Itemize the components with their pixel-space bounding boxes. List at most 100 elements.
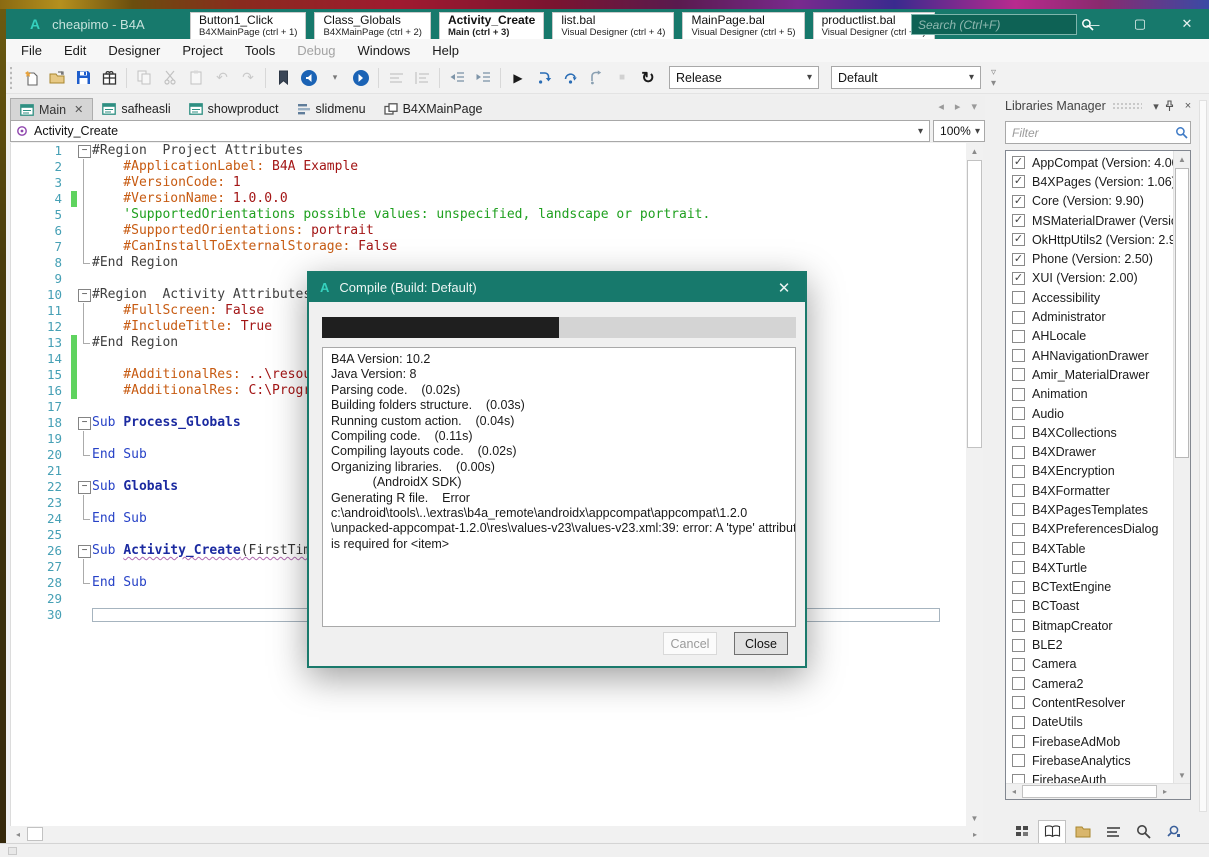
open-project-icon[interactable] — [44, 66, 70, 90]
library-checkbox[interactable] — [1012, 735, 1025, 748]
scrollbar-thumb[interactable] — [27, 827, 43, 841]
procedure-select[interactable]: Activity_Create ▾ — [10, 120, 930, 142]
library-checkbox[interactable] — [1012, 581, 1025, 594]
bookmark-tab-1[interactable]: Button1_ClickB4XMainPage (ctrl + 1) — [190, 12, 306, 42]
tab-scroll-arrows[interactable]: ◂ ▸ ▾ — [938, 100, 981, 113]
library-item[interactable]: Camera — [1006, 655, 1173, 674]
menu-item-edit[interactable]: Edit — [53, 41, 97, 60]
scroll-down-icon[interactable]: ▼ — [966, 810, 983, 826]
build-mode-select[interactable]: Default ▾ — [831, 66, 981, 89]
library-item[interactable]: Amir_MaterialDrawer — [1006, 365, 1173, 384]
module-tab-main[interactable]: Main✕ — [10, 98, 93, 120]
library-checkbox[interactable] — [1012, 368, 1025, 381]
library-item[interactable]: ✓OkHttpUtils2 (Version: 2.92) — [1006, 230, 1173, 249]
bookmark-tab-4[interactable]: list.balVisual Designer (ctrl + 4) — [552, 12, 674, 42]
library-item[interactable]: ContentResolver — [1006, 693, 1173, 712]
library-item[interactable]: ✓MSMaterialDrawer (Version: 0 — [1006, 211, 1173, 230]
library-item[interactable]: ✓B4XPages (Version: 1.06) — [1006, 172, 1173, 191]
library-checkbox[interactable] — [1012, 446, 1025, 459]
library-checkbox[interactable] — [1012, 754, 1025, 767]
package-project-icon[interactable] — [96, 66, 122, 90]
library-checkbox[interactable] — [1012, 349, 1025, 362]
step-into-icon[interactable] — [531, 66, 557, 90]
scroll-left-icon[interactable]: ◂ — [1006, 784, 1022, 799]
library-item[interactable]: B4XTable — [1006, 539, 1173, 558]
library-item[interactable]: B4XEncryption — [1006, 462, 1173, 481]
library-item[interactable]: Accessibility — [1006, 288, 1173, 307]
library-checkbox[interactable] — [1012, 465, 1025, 478]
code-line[interactable]: 7 #CanInstallToExternalStorage: False — [11, 239, 966, 255]
library-item[interactable]: Administrator — [1006, 307, 1173, 326]
save-icon[interactable] — [70, 66, 96, 90]
dialog-close-icon[interactable]: ✕ — [763, 273, 805, 302]
library-checkbox[interactable] — [1012, 311, 1025, 324]
library-item[interactable]: AHLocale — [1006, 327, 1173, 346]
code-line[interactable]: 1#Region Project Attributes — [11, 143, 966, 159]
scrollbar-thumb[interactable] — [1175, 168, 1189, 458]
menu-item-windows[interactable]: Windows — [347, 41, 422, 60]
tab-close-icon[interactable]: ✕ — [74, 103, 83, 116]
library-item[interactable]: FirebaseAuth — [1006, 771, 1173, 784]
library-checkbox[interactable] — [1012, 407, 1025, 420]
library-item[interactable]: ✓Phone (Version: 2.50) — [1006, 249, 1173, 268]
library-item[interactable]: BCTextEngine — [1006, 578, 1173, 597]
fold-toggle-icon[interactable] — [77, 543, 92, 559]
maximize-button[interactable]: ▢ — [1118, 9, 1162, 39]
panel-drag-dots[interactable] — [1112, 102, 1142, 110]
library-checkbox[interactable] — [1012, 639, 1025, 652]
scrollbar-thumb[interactable] — [1022, 785, 1157, 798]
library-checkbox[interactable] — [1012, 561, 1025, 574]
search-icon[interactable] — [1130, 820, 1158, 844]
filter-input[interactable] — [1006, 126, 1175, 140]
library-checkbox[interactable]: ✓ — [1012, 175, 1025, 188]
fold-toggle-icon[interactable] — [77, 287, 92, 303]
module-tab-safheasli[interactable]: safheasli — [93, 98, 179, 120]
scroll-down-icon[interactable]: ▼ — [1174, 767, 1190, 783]
library-item[interactable]: B4XDrawer — [1006, 442, 1173, 461]
module-tab-slidmenu[interactable]: slidmenu — [288, 98, 375, 120]
libraries-book-icon[interactable] — [1038, 820, 1066, 844]
step-out-icon[interactable] — [583, 66, 609, 90]
library-checkbox[interactable] — [1012, 503, 1025, 516]
panel-close-icon[interactable]: × — [1180, 100, 1196, 112]
scrollbar-thumb[interactable] — [967, 160, 982, 448]
libraries-vertical-scrollbar[interactable]: ▲ ▼ — [1173, 151, 1190, 783]
editor-zoom-select[interactable]: 100% ▾ — [933, 120, 985, 142]
library-item[interactable]: ✓AppCompat (Version: 4.00) — [1006, 153, 1173, 172]
run-icon[interactable]: ▶ — [505, 66, 531, 90]
toolbar-overflow-icon[interactable]: ▿▾ — [991, 67, 996, 89]
library-checkbox[interactable]: ✓ — [1012, 233, 1025, 246]
pin-icon[interactable] — [1164, 100, 1180, 112]
close-dialog-button[interactable]: Close — [734, 632, 788, 655]
library-checkbox[interactable] — [1012, 291, 1025, 304]
library-checkbox[interactable]: ✓ — [1012, 156, 1025, 169]
editor-horizontal-scrollbar[interactable]: ◂ ▸ — [10, 826, 983, 842]
fold-toggle-icon[interactable] — [77, 479, 92, 495]
module-tab-showproduct[interactable]: showproduct — [180, 98, 288, 120]
minimize-button[interactable]: — — [1071, 9, 1115, 39]
library-item[interactable]: B4XTurtle — [1006, 558, 1173, 577]
library-checkbox[interactable]: ✓ — [1012, 272, 1025, 285]
editor-vertical-scrollbar[interactable]: ▲ ▼ — [966, 143, 983, 826]
menu-item-tools[interactable]: Tools — [234, 41, 286, 60]
library-checkbox[interactable]: ✓ — [1012, 253, 1025, 266]
bookmark-tab-5[interactable]: MainPage.balVisual Designer (ctrl + 5) — [682, 12, 804, 42]
library-item[interactable]: B4XPagesTemplates — [1006, 500, 1173, 519]
logs-icon[interactable] — [1099, 820, 1127, 844]
code-line[interactable]: 5 'SupportedOrientations possible values… — [11, 207, 966, 223]
library-item[interactable]: AHNavigationDrawer — [1006, 346, 1173, 365]
library-checkbox[interactable] — [1012, 542, 1025, 555]
library-checkbox[interactable] — [1012, 696, 1025, 709]
fold-toggle-icon[interactable] — [77, 415, 92, 431]
libraries-list[interactable]: ✓AppCompat (Version: 4.00)✓B4XPages (Ver… — [1005, 150, 1191, 800]
library-item[interactable]: BLE2 — [1006, 635, 1173, 654]
scroll-up-icon[interactable]: ▲ — [1174, 151, 1190, 167]
code-line[interactable]: 6 #SupportedOrientations: portrait — [11, 223, 966, 239]
library-item[interactable]: BCToast — [1006, 597, 1173, 616]
find-references-icon[interactable] — [1160, 820, 1188, 844]
library-checkbox[interactable] — [1012, 388, 1025, 401]
code-line[interactable]: 8#End Region — [11, 255, 966, 271]
library-item[interactable]: ✓Core (Version: 9.90) — [1006, 192, 1173, 211]
close-button[interactable]: ✕ — [1165, 9, 1209, 39]
step-over-icon[interactable] — [557, 66, 583, 90]
